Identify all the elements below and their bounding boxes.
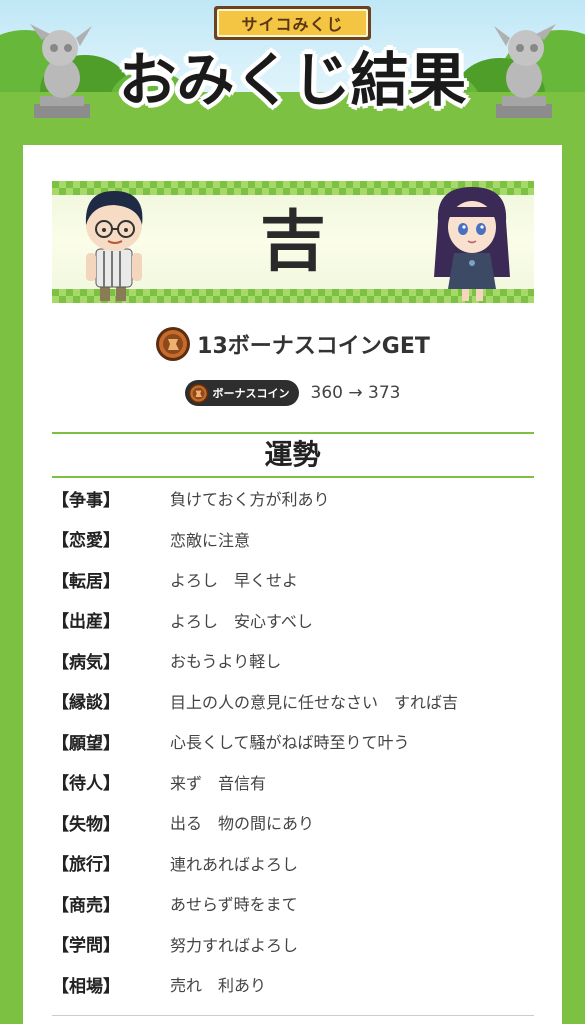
list-item: 【学問】 努力すればよろし xyxy=(52,924,534,965)
fortune-category: 【学問】 xyxy=(52,936,120,957)
fortune-category: 【願望】 xyxy=(52,733,120,754)
fortune-text: 出る 物の間にあり xyxy=(170,814,315,834)
list-item: 【待人】 来ず 音信有 xyxy=(52,762,534,803)
fortune-list: 【争事】 負けておく方が利あり【恋愛】 恋敵に注意【転居】 よろし 早くせよ【出産】 よ… xyxy=(52,478,534,1005)
fortune-category: 【旅行】 xyxy=(52,855,120,876)
fortune-category: 【争事】 xyxy=(52,490,120,511)
fortune-text: おもうより軽し xyxy=(170,652,282,672)
fortune-text: 心長くして騒がねば時至りて叶う xyxy=(170,733,410,753)
fortune-category: 【商売】 xyxy=(52,895,120,916)
list-item: 【争事】 負けておく方が利あり xyxy=(52,478,534,519)
fortune-banner: 吉 xyxy=(52,181,534,303)
app-badge-label: サイコみくじ xyxy=(217,9,368,37)
list-item: 【願望】 心長くして騒がねば時至りて叶う xyxy=(52,721,534,762)
fortune-text: 売れ 利あり xyxy=(170,976,267,996)
list-bottom-divider xyxy=(52,1015,534,1016)
boy-character xyxy=(85,191,143,301)
fortune-text: 恋敵に注意 xyxy=(170,530,251,550)
coin-icon xyxy=(188,383,208,403)
bonus-coin-text: 13ボーナスコインGET xyxy=(197,334,430,359)
list-item: 【相場】 売れ 利あり xyxy=(52,964,534,1005)
coin-icon xyxy=(156,327,191,361)
list-item: 【転居】 よろし 早くせよ xyxy=(52,559,534,600)
section-divider-top xyxy=(52,432,534,434)
list-item: 【商売】 あせらず時をまて xyxy=(52,883,534,924)
fortune-category: 【転居】 xyxy=(52,571,120,592)
fortune-text: あせらず時をまて xyxy=(170,895,298,915)
fortune-text: 来ず 音信有 xyxy=(170,773,267,793)
fortune-text: 目上の人の意見に任せなさい すれば吉 xyxy=(170,692,459,712)
fortune-category: 【失物】 xyxy=(52,814,120,835)
fortune-text: 連れあればよろし xyxy=(170,854,299,874)
coin-balance-line: ボーナスコイン 360 → 373 xyxy=(0,380,585,406)
page-title: おみくじ結果 xyxy=(118,46,467,114)
bonus-coin-line: 13ボーナスコインGET xyxy=(0,326,585,362)
list-item: 【恋愛】 恋敵に注意 xyxy=(52,519,534,560)
list-item: 【縁談】 目上の人の意見に任せなさい すれば吉 xyxy=(52,681,534,722)
fortune-category: 【恋愛】 xyxy=(52,531,120,552)
fortune-category: 【待人】 xyxy=(52,774,120,795)
app-badge: サイコみくじ xyxy=(214,6,371,40)
bonus-coin-pill-label: ボーナスコイン xyxy=(212,387,290,400)
list-item: 【病気】 おもうより軽し xyxy=(52,640,534,681)
list-item: 【旅行】 連れあればよろし xyxy=(52,843,534,884)
bonus-coin-pill: ボーナスコイン xyxy=(184,380,299,406)
girl-character xyxy=(434,187,510,301)
fortune-category: 【出産】 xyxy=(52,612,120,633)
list-item: 【出産】 よろし 安心すべし xyxy=(52,600,534,641)
header-banner: サイコみくじ おみくじ結果 xyxy=(0,0,585,122)
coin-balance: 360 → 373 xyxy=(310,383,401,403)
list-item: 【失物】 出る 物の間にあり xyxy=(52,802,534,843)
fortune-text: よろし 安心すべし xyxy=(170,611,313,631)
fortune-category: 【縁談】 xyxy=(52,693,120,714)
fortune-category: 【相場】 xyxy=(52,976,120,997)
section-title: 運勢 xyxy=(264,438,321,471)
fortune-text: 努力すればよろし xyxy=(170,935,299,955)
fortune-category: 【病気】 xyxy=(52,652,120,673)
fortune-text: よろし 早くせよ xyxy=(170,571,299,591)
fortune-text: 負けておく方が利あり xyxy=(170,490,330,510)
